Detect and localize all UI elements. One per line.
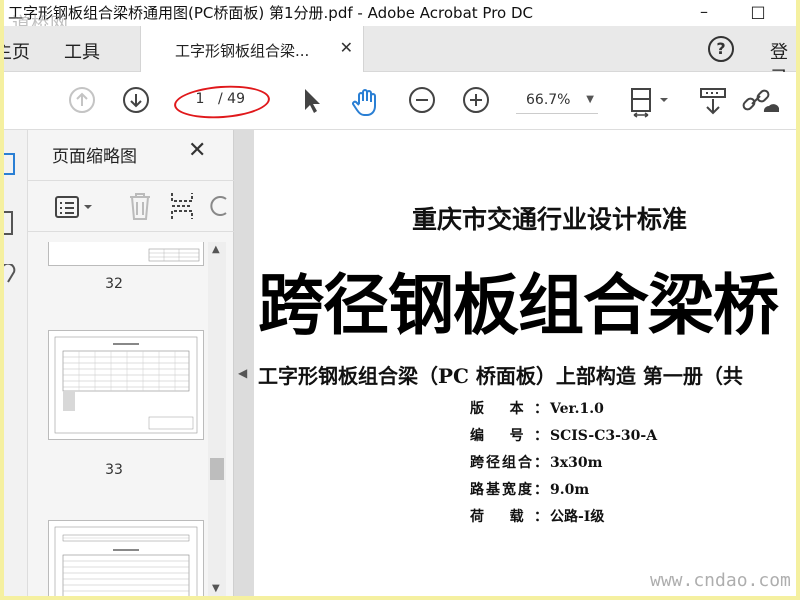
thumbnail-page-32[interactable] — [48, 242, 204, 266]
tab-close-button[interactable]: ✕ — [340, 38, 353, 57]
meta-row: 跨径组合： 3x30m — [470, 452, 602, 472]
share-link-icon[interactable] — [740, 86, 780, 116]
zoom-level-select[interactable]: 66.7% ▼ — [516, 86, 598, 114]
meta-value: SCIS-C3-30-A — [550, 428, 658, 444]
help-button[interactable]: ? — [708, 36, 734, 62]
panel-toolbar — [28, 180, 234, 232]
zoom-in-icon[interactable] — [462, 86, 490, 114]
page-preview — [54, 336, 198, 434]
scrollbar-thumb[interactable] — [210, 458, 224, 480]
hand-tool-icon[interactable] — [350, 86, 382, 118]
meta-key: 编 号： — [470, 428, 548, 444]
thumbnail-scrollbar[interactable]: ▲ ▼ — [208, 242, 226, 596]
tab-document[interactable]: 工字形钢板组合梁... ✕ — [140, 26, 364, 72]
thumbnail-list: 32 33 — [28, 242, 214, 596]
document-heading: 重庆市交通行业设计标准 — [412, 205, 688, 234]
delete-page-icon[interactable] — [126, 191, 154, 221]
chevron-down-icon: ▼ — [586, 94, 594, 105]
zoom-out-icon[interactable] — [408, 86, 436, 114]
panel-title: 页面缩略图 — [52, 147, 137, 167]
acrobat-window: 工字形钢板组合梁桥通用图(PC桥面板) 第1分册.pdf - Adobe Acr… — [4, 0, 796, 596]
minimize-button[interactable]: – — [684, 0, 724, 26]
attachments-icon[interactable] — [4, 264, 18, 286]
meta-row: 荷 载： 公路-I级 — [470, 506, 604, 526]
page-preview — [54, 526, 198, 596]
select-cursor-icon[interactable] — [300, 86, 324, 114]
next-page-icon[interactable] — [122, 86, 150, 114]
page-thumbnails-icon[interactable] — [4, 152, 18, 176]
collapse-panel-icon[interactable]: ◀ — [238, 366, 247, 380]
thumbnail-label: 33 — [105, 462, 123, 478]
thumbnail-options-icon[interactable] — [54, 195, 98, 219]
title-bar: 工字形钢板组合梁桥通用图(PC桥面板) 第1分册.pdf - Adobe Acr… — [4, 0, 796, 26]
page-preview — [148, 248, 200, 262]
thumbnail-page-33[interactable] — [48, 330, 204, 440]
previous-page-icon[interactable] — [68, 86, 96, 114]
maximize-button[interactable]: □ — [738, 0, 778, 26]
tab-tools[interactable]: 工具 — [64, 38, 100, 64]
document-main-title: 跨径钢板组合梁桥 — [258, 266, 779, 344]
thumbnail-panel: 页面缩略图 ✕ 32 33 ▲ ▼ — [28, 130, 234, 596]
thumbnail-label: 32 — [105, 276, 123, 292]
tab-document-label: 工字形钢板组合梁... — [175, 42, 310, 60]
meta-key: 路基宽度： — [470, 482, 548, 498]
meta-row: 版 本： Ver.1.0 — [470, 398, 604, 418]
meta-key: 版 本： — [470, 401, 548, 417]
export-icon[interactable] — [698, 86, 728, 116]
scroll-up-icon[interactable]: ▲ — [212, 244, 220, 255]
thumbnail-page-34[interactable] — [48, 520, 204, 596]
scroll-down-icon[interactable]: ▼ — [212, 583, 220, 594]
tab-bar: 主页 工具 工字形钢板组合梁... ✕ ? 登录 — [4, 26, 796, 89]
rotate-page-icon[interactable] — [208, 195, 230, 219]
document-page: 重庆市交通行业设计标准 跨径钢板组合梁桥 工字形钢板组合梁（PC 桥面板）上部构… — [254, 130, 796, 596]
meta-value: 3x30m — [550, 455, 603, 471]
watermark-url: www.cndao.com — [650, 570, 791, 591]
panel-close-button[interactable]: ✕ — [188, 138, 206, 163]
meta-key: 荷 载： — [470, 509, 548, 525]
window-title: 工字形钢板组合梁桥通用图(PC桥面板) 第1分册.pdf - Adobe Acr… — [8, 4, 534, 22]
bookmarks-icon[interactable] — [4, 210, 18, 236]
document-subtitle: 工字形钢板组合梁（PC 桥面板）上部构造 第一册（共 — [258, 364, 743, 388]
annotation-ellipse — [173, 82, 271, 122]
meta-value: 公路-I级 — [550, 509, 605, 525]
navigation-rail — [4, 130, 28, 596]
toolbar: 1 / 49 66.7% ▼ — [4, 72, 796, 130]
fit-page-icon[interactable] — [628, 86, 672, 118]
meta-value: Ver.1.0 — [550, 401, 604, 417]
meta-value: 9.0m — [550, 482, 590, 498]
insert-page-icon[interactable] — [168, 191, 196, 221]
meta-key: 跨径组合： — [470, 455, 548, 471]
meta-row: 路基宽度： 9.0m — [470, 479, 589, 499]
meta-row: 编 号： SCIS-C3-30-A — [470, 425, 657, 445]
zoom-level-value: 66.7% — [526, 92, 571, 108]
tab-home[interactable]: 主页 — [4, 38, 30, 64]
